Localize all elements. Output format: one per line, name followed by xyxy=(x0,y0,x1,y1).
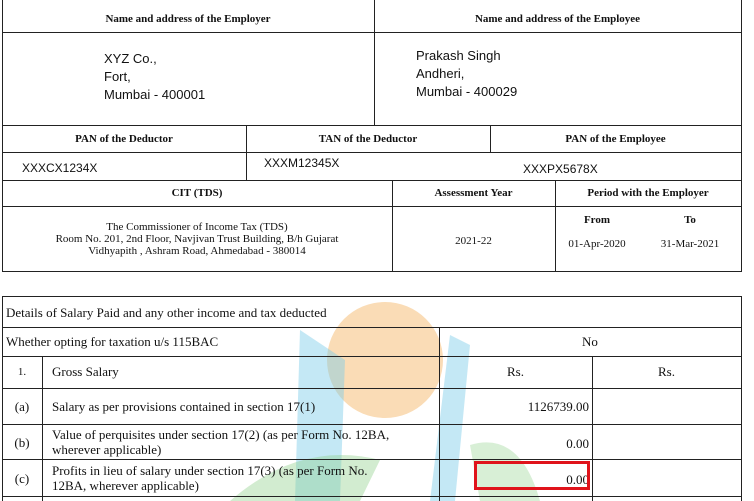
pan-deductor-value: XXXCX1234X xyxy=(22,161,98,175)
employee-address: Prakash Singh Andheri, Mumbai - 400029 xyxy=(416,47,517,101)
salary-section-title: Details of Salary Paid and any other inc… xyxy=(6,305,327,320)
row-desc-1: Gross Salary xyxy=(52,364,119,379)
period-label: Period with the Employer xyxy=(587,187,709,199)
row-desc-c: Profits in lieu of salary under section … xyxy=(52,463,368,493)
row-value-a: 1126739.00 xyxy=(527,399,589,414)
to-value: 31-Mar-2021 xyxy=(660,238,720,250)
employer-line3: Mumbai - 400001 xyxy=(104,87,206,102)
rs-header-1: Rs. xyxy=(507,364,524,379)
cit-label: CIT (TDS) xyxy=(171,187,223,199)
opting-value: No xyxy=(582,334,598,349)
row-num-1: 1. xyxy=(17,366,27,378)
row-num-a: (a) xyxy=(14,399,30,414)
opting-label: Whether opting for taxation u/s 115BAC xyxy=(6,334,219,349)
row-value-b: 0.00 xyxy=(566,436,589,451)
employer-address: XYZ Co., Fort, Mumbai - 400001 xyxy=(104,50,205,104)
row-desc-c-line1: Profits in lieu of salary under section … xyxy=(52,463,368,478)
assessment-year-value: 2021-22 xyxy=(455,235,492,247)
rs-header-2: Rs. xyxy=(658,364,675,379)
employer-line2: Fort, xyxy=(104,69,131,84)
employee-line3: Mumbai - 400029 xyxy=(416,84,518,99)
cit-address-line1: The Commissioner of Income Tax (TDS) xyxy=(106,221,288,233)
assessment-year-label: Assessment Year xyxy=(434,187,513,199)
row-desc-b-line2: wherever applicable) xyxy=(52,442,162,457)
from-label: From xyxy=(583,214,611,226)
employee-line2: Andheri, xyxy=(416,66,465,81)
row-num-b: (b) xyxy=(14,435,30,450)
employer-line1: XYZ Co., xyxy=(104,51,157,66)
pan-deductor-label: PAN of the Deductor xyxy=(75,133,173,145)
pan-employee-label: PAN of the Employee xyxy=(565,133,666,145)
cit-address: The Commissioner of Income Tax (TDS) Roo… xyxy=(2,221,392,257)
row-desc-b: Value of perquisites under section 17(2)… xyxy=(52,427,389,457)
employer-header: Name and address of the Employer xyxy=(105,13,271,25)
employee-line1: Prakash Singh xyxy=(416,48,501,63)
row-desc-c-line2: 12BA, wherever applicable) xyxy=(52,478,199,493)
to-label: To xyxy=(684,214,696,226)
row-desc-a: Salary as per provisions contained in se… xyxy=(52,399,316,414)
row-num-c: (c) xyxy=(14,471,30,486)
tan-deductor-label: TAN of the Deductor xyxy=(318,133,418,145)
pan-employee-value: XXXPX5678X xyxy=(523,162,598,176)
cit-address-line3: Vidhyapith , Ashram Road, Ahmedabad - 38… xyxy=(88,245,306,257)
cit-address-line2: Room No. 201, 2nd Floor, Navjivan Trust … xyxy=(55,233,339,245)
from-value: 01-Apr-2020 xyxy=(568,238,626,250)
row-desc-b-line1: Value of perquisites under section 17(2)… xyxy=(52,427,390,442)
tan-deductor-value: XXXM12345X xyxy=(264,156,340,170)
employee-header: Name and address of the Employee xyxy=(474,13,641,25)
highlight-box xyxy=(474,461,590,490)
